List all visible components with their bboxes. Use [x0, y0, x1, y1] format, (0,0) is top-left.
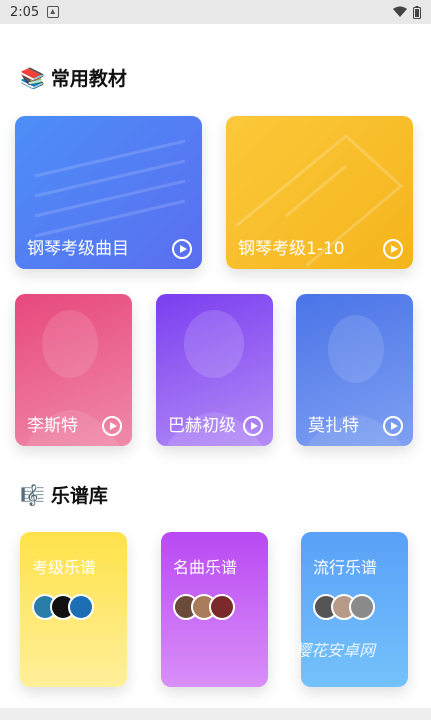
- play-icon[interactable]: [102, 416, 122, 436]
- card-mozart[interactable]: 莫扎特: [296, 294, 413, 446]
- status-time: 2:05: [10, 4, 40, 20]
- watermark: 樱花安卓网: [295, 641, 376, 660]
- card-bach-beginner[interactable]: 巴赫初级: [156, 294, 273, 446]
- avatar: [349, 594, 375, 620]
- card-label: 钢琴考级1-10: [238, 239, 345, 259]
- card-piano-exam-1-10[interactable]: 钢琴考级1-10: [226, 116, 413, 269]
- library-card-label: 名曲乐谱: [173, 558, 238, 577]
- library-card-famous-scores[interactable]: 名曲乐谱: [161, 532, 268, 687]
- section-title-library: 🎼 乐谱库: [20, 481, 108, 508]
- card-label: 钢琴考级曲目: [27, 239, 129, 259]
- play-icon[interactable]: [383, 416, 403, 436]
- library-card-label: 考级乐谱: [32, 558, 97, 577]
- card-label: 李斯特: [27, 416, 78, 436]
- wifi-icon: [393, 6, 407, 17]
- card-piano-exam-pieces[interactable]: 钢琴考级曲目: [15, 116, 202, 269]
- section-title-text: 乐谱库: [50, 485, 108, 507]
- card-liszt[interactable]: 李斯特: [15, 294, 132, 446]
- section-title-text: 常用教材: [50, 68, 127, 90]
- avatar-group: [313, 594, 375, 620]
- battery-icon: [413, 5, 421, 19]
- library-card-label: 流行乐谱: [313, 558, 378, 577]
- card-label: 巴赫初级: [168, 416, 236, 436]
- notification-icon: [47, 6, 60, 18]
- play-icon[interactable]: [172, 239, 192, 259]
- section-title-textbooks: 📚 常用教材: [20, 64, 127, 91]
- avatar: [68, 594, 94, 620]
- avatar: [209, 594, 235, 620]
- play-icon[interactable]: [383, 239, 403, 259]
- library-card-pop-scores[interactable]: 流行乐谱: [301, 532, 408, 687]
- status-bar: 2:05: [0, 0, 431, 24]
- books-icon: 📚: [20, 65, 45, 90]
- music-score-icon: 🎼: [20, 482, 45, 507]
- avatar-group: [173, 594, 235, 620]
- library-card-exam-scores[interactable]: 考级乐谱: [20, 532, 127, 687]
- avatar-group: [32, 594, 94, 620]
- navigation-bar: [0, 708, 431, 720]
- card-label: 莫扎特: [308, 416, 359, 436]
- play-icon[interactable]: [243, 416, 263, 436]
